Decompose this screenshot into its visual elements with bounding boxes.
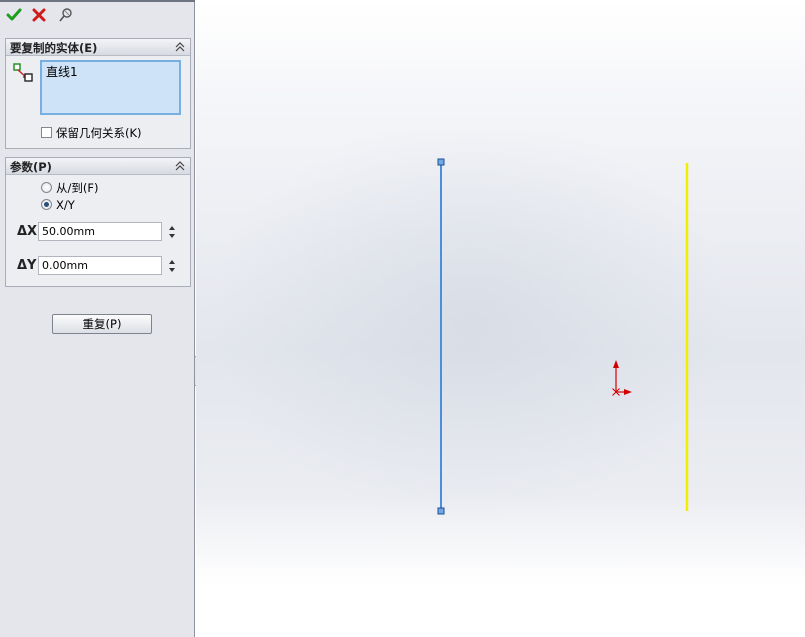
- delta-x-label: ΔX: [17, 224, 38, 239]
- keep-relations-checkbox[interactable]: [41, 127, 52, 138]
- delta-x-spinner[interactable]: [166, 222, 180, 241]
- parameters-section-title: 参数(P): [10, 160, 52, 174]
- repeat-button[interactable]: 重复(P): [52, 314, 152, 334]
- red-x-icon: [32, 8, 46, 22]
- entities-selection-list[interactable]: 直线1: [40, 60, 181, 115]
- xy-label: X/Y: [56, 198, 75, 212]
- sketch-entity-selection-icon: [13, 63, 33, 82]
- detail-preview-button[interactable]: [57, 6, 75, 24]
- from-to-label: 从/到(F): [56, 181, 99, 195]
- pushpin-icon: [59, 8, 72, 22]
- delta-y-label: ΔY: [17, 258, 37, 273]
- spin-down-icon[interactable]: [169, 268, 175, 272]
- delta-y-input[interactable]: [38, 256, 162, 275]
- graphics-area[interactable]: [196, 0, 805, 637]
- collapse-chevron-icon[interactable]: [174, 160, 186, 172]
- collapse-chevron-icon[interactable]: [174, 41, 186, 53]
- spin-up-icon[interactable]: [169, 260, 175, 264]
- entities-section-title: 要复制的实体(E): [10, 41, 98, 55]
- xy-radio[interactable]: [41, 199, 52, 210]
- line-endpoint-handle[interactable]: [437, 507, 445, 515]
- line-endpoint-handle[interactable]: [437, 158, 445, 166]
- cancel-button[interactable]: [30, 6, 48, 24]
- delta-x-input[interactable]: [38, 222, 162, 241]
- origin-icon: [612, 360, 632, 396]
- spin-down-icon[interactable]: [169, 234, 175, 238]
- keep-relations-label: 保留几何关系(K): [56, 126, 142, 140]
- delta-y-spinner[interactable]: [166, 256, 180, 275]
- spin-up-icon[interactable]: [169, 226, 175, 230]
- property-manager-panel: 要复制的实体(E) 直线1 保留几何关系(K) 参数(P) 从/到(F) X/Y: [0, 0, 195, 637]
- sketch-canvas: [437, 158, 689, 515]
- ok-button[interactable]: [5, 6, 23, 24]
- entities-section-header[interactable]: 要复制的实体(E): [6, 39, 190, 56]
- green-checkmark-icon: [6, 8, 22, 21]
- parameters-section: 参数(P) 从/到(F) X/Y ΔX ΔY: [5, 157, 191, 287]
- from-to-radio[interactable]: [41, 182, 52, 193]
- parameters-section-header[interactable]: 参数(P): [6, 158, 190, 175]
- entities-to-copy-section: 要复制的实体(E) 直线1 保留几何关系(K): [5, 38, 191, 149]
- list-item[interactable]: 直线1: [46, 63, 78, 80]
- panel-top-border: [0, 0, 195, 2]
